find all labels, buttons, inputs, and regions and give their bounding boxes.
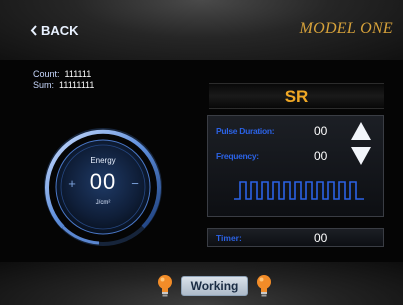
count-label: Count: [33,69,60,79]
energy-decrease-button[interactable]: − [128,176,142,191]
pulse-wave-icon [234,181,364,200]
sum-label: Sum: [33,80,55,90]
sum-value: 11111111 [59,80,95,90]
timer-value: 00 [314,231,328,245]
back-button-label: BACK [41,22,79,38]
arrow-up-icon[interactable] [350,121,372,141]
lightbulb-icon [257,275,271,297]
mode-title: SR [209,83,384,109]
counter-panel: Count: 111111 Sum: 11111111 [33,69,94,91]
timer-row: Timer: 00 [207,228,384,247]
timer-label: Timer: [216,233,242,243]
arrow-down-icon[interactable] [350,146,372,166]
pulse-duration-label: Pulse Duration: [216,126,275,136]
working-status-button[interactable]: Working [181,276,248,296]
lightbulb-icon [158,275,172,297]
chevron-left-icon [30,24,37,36]
frequency-label: Frequency: [216,151,259,161]
energy-value: 00 [89,169,117,194]
pulse-duration-value: 00 [314,124,328,138]
top-bar: BACK MODEL ONE [0,0,403,60]
sum-row: Sum: 11111111 [33,80,94,91]
count-row: Count: 111111 [33,69,94,80]
energy-unit: J/cm² [95,200,111,206]
frequency-value: 00 [314,149,328,163]
count-value: 111111 [64,69,92,79]
device-screen: BACK MODEL ONE Count: 111111 Sum: 111111… [0,0,403,305]
back-button[interactable]: BACK [30,22,79,38]
energy-label: Energy [90,156,116,165]
energy-dial[interactable]: Energy + 00 − J/cm² [43,127,163,247]
model-title: MODEL ONE [299,20,393,37]
parameter-panel: Pulse Duration: 00 Frequency: 00 [207,115,384,217]
